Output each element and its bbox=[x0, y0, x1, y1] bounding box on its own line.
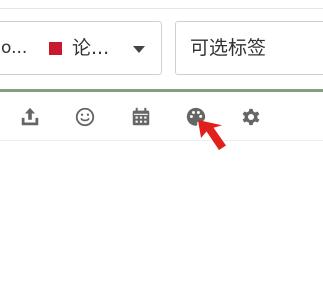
palette-icon[interactable] bbox=[184, 105, 208, 129]
top-divider bbox=[0, 0, 323, 9]
optional-tags-input[interactable] bbox=[175, 21, 323, 75]
category-select[interactable]: o... 论... bbox=[0, 21, 162, 75]
category-prefix-text: o... bbox=[1, 38, 28, 58]
upload-icon[interactable] bbox=[18, 105, 42, 129]
editor-toolbar bbox=[0, 92, 323, 141]
category-selected-value: 论... bbox=[72, 37, 110, 59]
smiley-icon[interactable] bbox=[73, 105, 97, 129]
gear-icon[interactable] bbox=[239, 105, 263, 129]
chevron-down-icon[interactable] bbox=[133, 46, 145, 53]
calendar-icon[interactable] bbox=[129, 105, 153, 129]
editor-page: o... 论... bbox=[0, 0, 323, 288]
category-color-swatch bbox=[49, 42, 62, 55]
